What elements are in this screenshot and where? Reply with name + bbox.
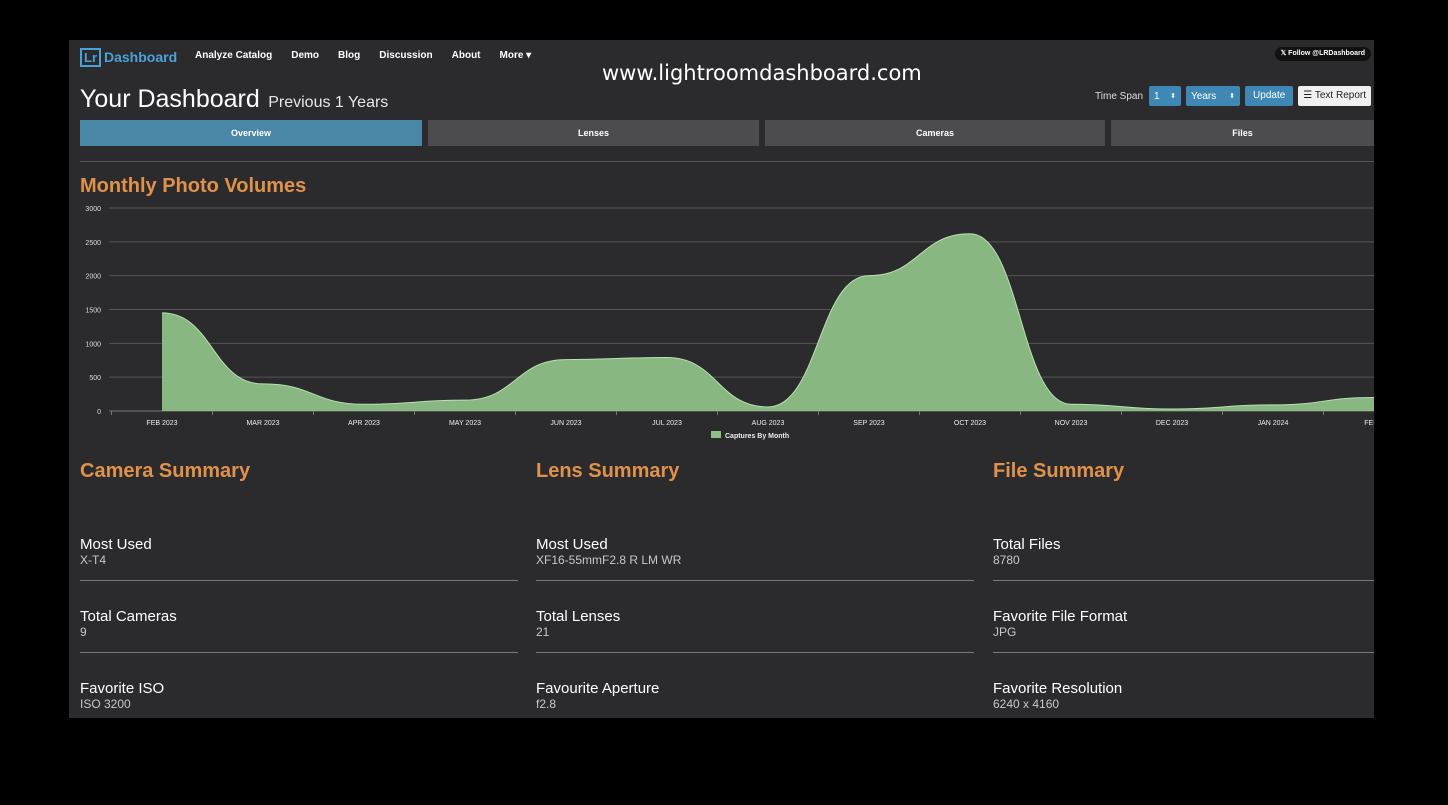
nav-discussion[interactable]: Discussion — [379, 50, 432, 61]
summary-item: Most Used XF16-55mmF2.8 R LM WR — [536, 509, 974, 581]
x-tick-label: OCT 2023 — [954, 420, 986, 427]
nav-about[interactable]: About — [452, 50, 481, 61]
tab-overview[interactable]: Overview — [80, 120, 422, 146]
page-title-main: Your Dashboard — [80, 85, 260, 113]
x-tick-label: NOV 2023 — [1055, 420, 1088, 427]
nav-demo[interactable]: Demo — [291, 50, 319, 61]
file-summary-title: File Summary — [993, 460, 1125, 482]
nav-analyze-catalog[interactable]: Analyze Catalog — [195, 50, 272, 61]
series-line — [161, 233, 1374, 410]
tab-files[interactable]: Files — [1111, 120, 1374, 146]
tab-lenses[interactable]: Lenses — [428, 120, 759, 146]
text-report-label: Text Report — [1314, 90, 1366, 101]
nav-blog[interactable]: Blog — [338, 50, 360, 61]
list-icon: ☰ — [1303, 90, 1313, 101]
dashboard-app: Lr Dashboard Analyze Catalog Demo Blog D… — [69, 40, 1374, 718]
legend-label: Captures By Month — [725, 433, 789, 440]
x-tick-label: MAR 2023 — [246, 420, 279, 427]
span-unit-select[interactable]: Years ⬍ — [1186, 86, 1241, 106]
y-tick-label: 0 — [97, 409, 101, 416]
x-tick-label: APR 2023 — [348, 420, 380, 427]
x-tick-label: DEC 2023 — [1156, 420, 1188, 427]
tab-cameras[interactable]: Cameras — [765, 120, 1105, 146]
camera-summary-title: Camera Summary — [80, 460, 251, 482]
summary-value: 21 — [536, 625, 550, 639]
summary-label: Most Used — [80, 536, 152, 553]
time-span-label: Time Span — [1095, 90, 1144, 102]
y-tick-label: 500 — [89, 375, 101, 382]
file-summary: File Summary Total Files 8780 Favorite F… — [993, 460, 1374, 718]
x-tick-label: JUL 2023 — [652, 420, 682, 427]
lens-summary-title: Lens Summary — [536, 460, 680, 482]
lr-badge: Lr — [80, 47, 101, 67]
span-unit-text: Years — [1191, 90, 1217, 102]
summary-label: Favorite ISO — [80, 680, 165, 697]
summary-item: Favourite Aperture f2.8 — [536, 653, 974, 718]
update-button[interactable]: Update — [1245, 86, 1294, 106]
summary-label: Most Used — [536, 536, 608, 553]
tab-bar: Overview Lenses Cameras Files — [80, 120, 1374, 146]
x-tick-label: JUN 2023 — [550, 420, 581, 427]
time-span-controls: Time Span 1 ⬍ Years ⬍ Update ☰ Text Repo… — [1095, 86, 1371, 106]
brand-text: Dashboard — [104, 49, 178, 65]
summary-value: 8780 — [993, 553, 1020, 567]
text-report-button[interactable]: ☰ Text Report — [1298, 86, 1371, 106]
y-tick-label: 2000 — [85, 274, 101, 281]
summary-item: Favorite Resolution 6240 x 4160 — [993, 653, 1374, 718]
nav-links: Analyze Catalog Demo Blog Discussion Abo… — [195, 50, 550, 61]
summary-value: JPG — [993, 625, 1017, 639]
summary-label: Total Lenses — [536, 608, 621, 625]
nav-more-dropdown[interactable]: More ▾ — [500, 50, 532, 61]
summary-value: X-T4 — [80, 553, 107, 567]
summary-value: f2.8 — [536, 697, 557, 711]
chart-title: Monthly Photo Volumes — [80, 175, 307, 197]
divider — [80, 161, 1374, 162]
y-tick-label: 1500 — [85, 308, 101, 315]
x-tick-label: FEB 2023 — [146, 420, 177, 427]
span-value-select[interactable]: 1 ⬍ — [1149, 86, 1182, 106]
span-value-text: 1 — [1154, 90, 1160, 102]
summary-item: Total Files 8780 — [993, 509, 1374, 581]
select-arrows-icon: ⬍ — [1170, 93, 1177, 100]
follow-x-button[interactable]: 𝕏 Follow @LRDashboard — [1274, 47, 1371, 61]
page-title: Your Dashboard Previous 1 Years — [80, 85, 388, 114]
url-overlay-text: www.lightroomdashboard.com — [602, 61, 922, 85]
y-tick-label: 1000 — [85, 341, 101, 348]
camera-summary: Camera Summary Most Used X-T4 Total Came… — [80, 460, 518, 718]
summary-item: Most Used X-T4 — [80, 509, 518, 581]
x-tick-label: MAY 2023 — [449, 420, 481, 427]
summary-value: XF16-55mmF2.8 R LM WR — [536, 553, 682, 567]
legend-swatch — [711, 431, 721, 438]
x-tick-label: FEB 2 — [1364, 420, 1374, 427]
x-tick-label: SEP 2023 — [853, 420, 885, 427]
summary-label: Favorite File Format — [993, 608, 1128, 625]
summary-label: Favorite Resolution — [993, 680, 1123, 697]
summary-label: Total Cameras — [80, 608, 177, 625]
series-area — [162, 233, 1374, 411]
summary-value: ISO 3200 — [80, 697, 131, 711]
x-tick-label: JAN 2024 — [1258, 420, 1289, 427]
y-tick-label: 2500 — [85, 240, 101, 247]
summary-item: Total Lenses 21 — [536, 581, 974, 653]
summary-value: 9 — [80, 625, 87, 639]
summary-label: Favourite Aperture — [536, 680, 660, 697]
summary-item: Total Cameras 9 — [80, 581, 518, 653]
page-title-subtitle: Previous 1 Years — [268, 94, 389, 111]
brand-logo[interactable]: Lr Dashboard — [80, 47, 177, 67]
y-tick-label: 3000 — [85, 206, 101, 213]
summary-value: 6240 x 4160 — [993, 697, 1060, 711]
summary-label: Total Files — [993, 536, 1061, 553]
lens-summary: Lens Summary Most Used XF16-55mmF2.8 R L… — [536, 460, 974, 718]
monthly-volume-chart: 3000 2500 2000 1500 1000 500 0 FEB 2023 MAR 2023… — [85, 206, 1374, 440]
x-tick-label: AUG 2023 — [752, 420, 785, 427]
summary-item: Favorite File Format JPG — [993, 581, 1374, 653]
select-arrows-icon: ⬍ — [1229, 93, 1236, 100]
summary-item: Favorite ISO ISO 3200 — [80, 653, 518, 718]
